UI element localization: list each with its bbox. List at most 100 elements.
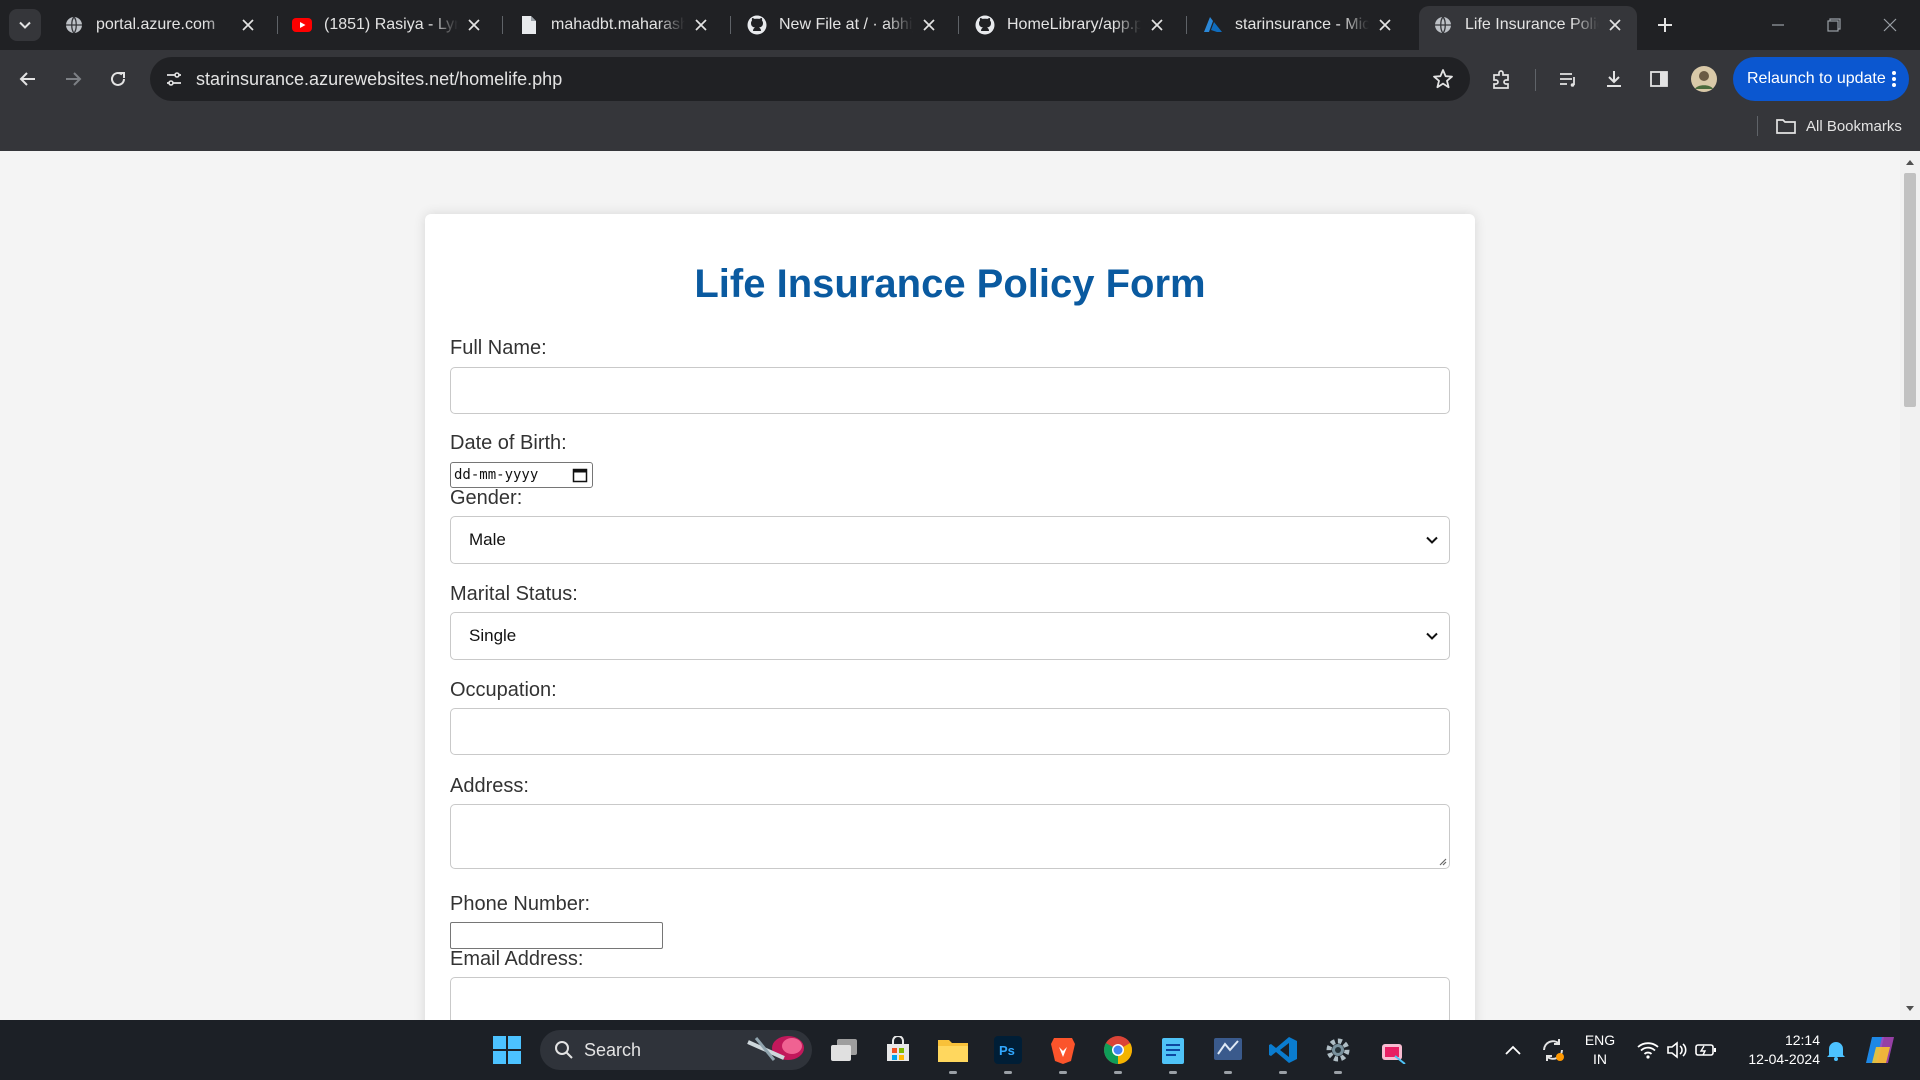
chrome-icon <box>1104 1036 1132 1064</box>
show-hidden-icons-button[interactable] <box>1493 1030 1533 1070</box>
file-explorer-app[interactable] <box>933 1030 973 1074</box>
marital-status-select[interactable]: Single <box>450 612 1450 660</box>
gender-label: Gender: <box>450 487 523 509</box>
youtube-icon <box>292 15 312 35</box>
bookmark-star-button[interactable] <box>1430 66 1456 92</box>
start-button[interactable] <box>487 1030 527 1070</box>
forward-button[interactable] <box>55 61 91 97</box>
region-code: IN <box>1593 1051 1607 1067</box>
avatar-icon <box>1691 66 1717 92</box>
scroll-down-icon[interactable] <box>1900 1000 1920 1018</box>
address-label: Address: <box>450 775 529 797</box>
running-indicator <box>1004 1071 1012 1074</box>
copilot-button[interactable] <box>1860 1030 1900 1070</box>
microsoft-store-app[interactable] <box>878 1030 918 1070</box>
phone-input[interactable] <box>450 922 663 949</box>
browser-tab-strip: portal.azure.com (1851) Rasiya - Lyric V… <box>0 0 1920 50</box>
side-panel-icon <box>1650 71 1668 87</box>
battery-status[interactable] <box>1686 1030 1726 1070</box>
azure-icon <box>1203 15 1223 35</box>
calendar-icon[interactable] <box>572 467 588 483</box>
close-icon[interactable] <box>464 15 484 35</box>
back-button[interactable] <box>10 61 46 97</box>
restore-button[interactable] <box>1806 0 1862 50</box>
running-indicator <box>949 1071 957 1074</box>
gender-select[interactable]: Male <box>450 516 1450 564</box>
page-viewport: Life Insurance Policy Form Full Name: Da… <box>0 151 1920 1020</box>
tab-title: New File at / · abhijit <box>779 16 913 33</box>
site-info-button[interactable] <box>160 65 188 93</box>
close-icon[interactable] <box>1375 15 1395 35</box>
running-indicator <box>1169 1071 1177 1074</box>
close-icon[interactable] <box>238 15 258 35</box>
tab-mahadbt[interactable]: mahadbt.maharashtra.gov.in <box>505 6 723 44</box>
new-tab-button[interactable] <box>1651 11 1679 39</box>
reading-list-button[interactable] <box>1550 61 1586 97</box>
notifications-button[interactable] <box>1816 1030 1856 1070</box>
tab-portal-azure[interactable]: portal.azure.com <box>50 6 270 44</box>
all-bookmarks-button[interactable]: All Bookmarks <box>1776 113 1902 139</box>
globe-icon <box>1433 15 1453 35</box>
reload-button[interactable] <box>100 61 136 97</box>
gear-icon <box>1326 1038 1350 1062</box>
search-icon <box>555 1041 573 1059</box>
occupation-input[interactable] <box>450 708 1450 755</box>
address-bar[interactable]: starinsurance.azurewebsites.net/homelife… <box>150 57 1470 101</box>
extensions-button[interactable] <box>1484 61 1520 97</box>
page-title: Life Insurance Policy Form <box>694 262 1206 306</box>
photoshop-icon: Ps <box>994 1036 1022 1064</box>
tab-search-button[interactable] <box>9 9 41 41</box>
task-view-button[interactable] <box>824 1030 864 1070</box>
side-panel-button[interactable] <box>1641 61 1677 97</box>
full-name-input[interactable] <box>450 367 1450 414</box>
tab-title: mahadbt.maharashtra.gov.in <box>551 16 685 33</box>
tab-github-newfile[interactable]: New File at / · abhijit <box>733 6 951 44</box>
language-indicator[interactable]: ENG IN <box>1578 1031 1622 1069</box>
close-icon[interactable] <box>1605 15 1625 35</box>
snipping-tool-app[interactable] <box>1373 1030 1413 1070</box>
vscode-app[interactable] <box>1263 1030 1303 1074</box>
copilot-icon <box>1866 1037 1894 1063</box>
clock[interactable]: 12:14 12-04-2024 <box>1726 1031 1820 1069</box>
tab-github-homelibrary[interactable]: HomeLibrary/app.py <box>961 6 1179 44</box>
close-icon[interactable] <box>919 15 939 35</box>
email-input[interactable] <box>450 977 1450 1020</box>
windows-logo-icon <box>493 1036 521 1064</box>
scroll-up-icon[interactable] <box>1900 153 1920 171</box>
chrome-app[interactable] <box>1098 1030 1138 1074</box>
url-text[interactable]: starinsurance.azurewebsites.net/homelife… <box>196 69 562 90</box>
scrollbar-thumb[interactable] <box>1904 173 1916 407</box>
all-bookmarks-label: All Bookmarks <box>1806 117 1902 135</box>
address-textarea[interactable] <box>450 804 1450 869</box>
restore-icon <box>1827 18 1841 32</box>
language-code: ENG <box>1584 1032 1616 1048</box>
downloads-button[interactable] <box>1596 61 1632 97</box>
profile-avatar[interactable] <box>1686 61 1722 97</box>
document-icon <box>519 15 539 35</box>
tab-youtube[interactable]: (1851) Rasiya - Lyric Video <box>278 6 496 44</box>
photoshop-app[interactable]: Ps <box>988 1030 1028 1074</box>
taskbar-search-box[interactable]: Search <box>540 1030 812 1070</box>
download-icon <box>1607 71 1621 87</box>
notepad-app[interactable] <box>1153 1030 1193 1074</box>
close-icon[interactable] <box>691 15 711 35</box>
close-window-button[interactable] <box>1862 0 1918 50</box>
sync-status-button[interactable] <box>1533 1030 1573 1070</box>
chevron-down-icon <box>19 21 31 29</box>
tab-azure-starinsurance[interactable]: starinsurance - Microsoft Azure <box>1189 6 1407 44</box>
relaunch-to-update-button[interactable]: Relaunch to update <box>1733 57 1909 101</box>
taskbar-search-label: Search <box>584 1039 642 1060</box>
dob-input[interactable]: dd-mm-yyyy <box>450 462 593 488</box>
resize-grip-icon[interactable] <box>1437 856 1447 866</box>
close-icon[interactable] <box>1147 15 1167 35</box>
tab-life-insurance[interactable]: Life Insurance Policy Form <box>1419 6 1637 50</box>
occupation-label: Occupation: <box>450 679 557 701</box>
github-icon <box>747 15 767 35</box>
brave-app[interactable] <box>1043 1030 1083 1074</box>
settings-app[interactable] <box>1318 1030 1358 1074</box>
page-scrollbar[interactable] <box>1900 151 1920 1020</box>
full-name-label: Full Name: <box>450 337 547 359</box>
minimize-button[interactable] <box>1750 0 1806 50</box>
ssms-app[interactable] <box>1208 1030 1248 1074</box>
snipping-tool-icon <box>1382 1044 1406 1064</box>
